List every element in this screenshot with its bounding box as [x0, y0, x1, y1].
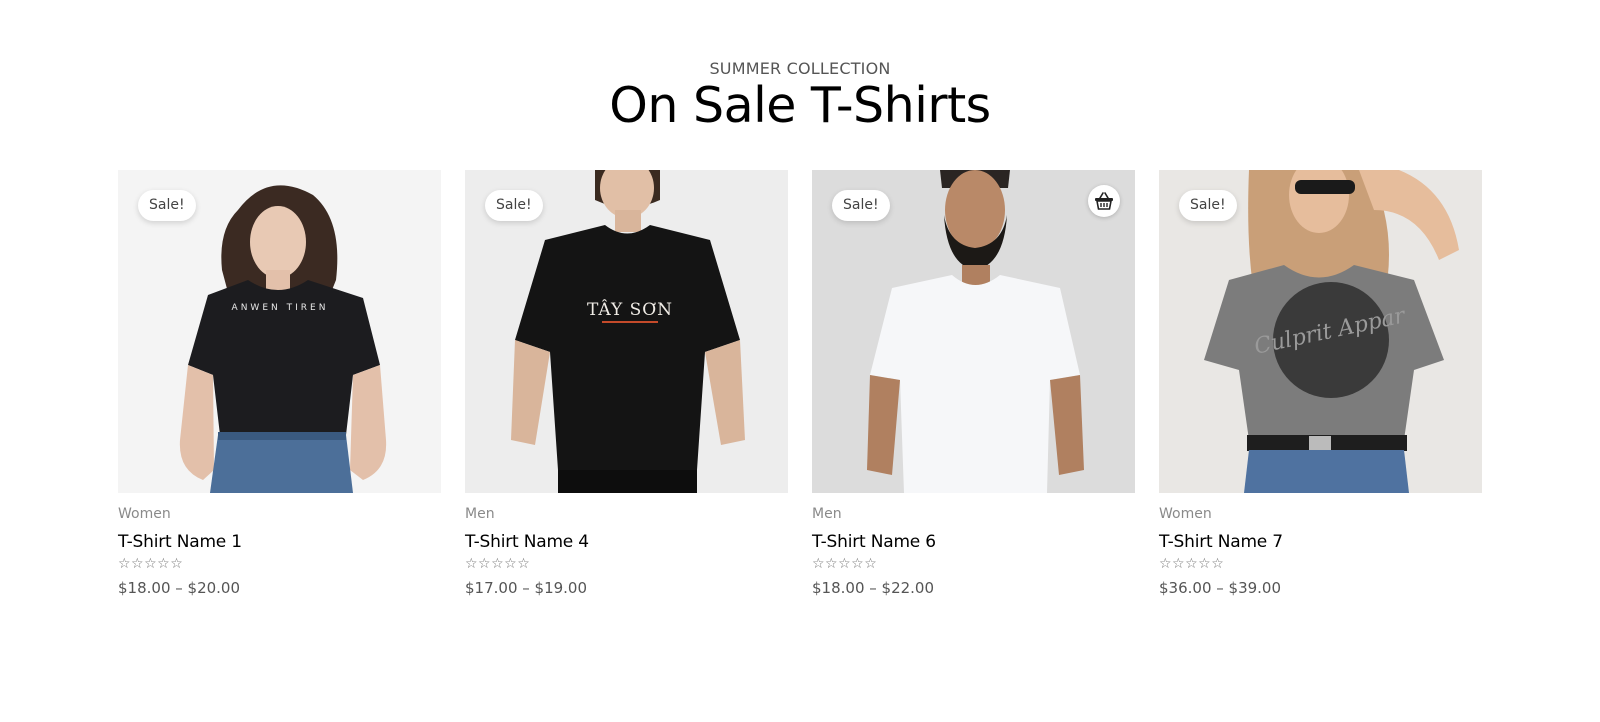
sale-badge: Sale!	[138, 190, 196, 221]
product-card: ANWEN TIREN Sale! Women T-Shirt Name 1 ☆…	[118, 170, 441, 600]
product-name-link[interactable]: T-Shirt Name 4	[465, 531, 589, 553]
sale-badge: Sale!	[832, 190, 890, 221]
product-price: $36.00 – $39.00	[1159, 579, 1282, 597]
section-eyebrow: SUMMER COLLECTION	[709, 59, 891, 78]
star-rating: ☆☆☆☆☆	[1159, 556, 1225, 572]
basket-icon	[1095, 192, 1113, 210]
product-card: Culprit Appar Sale! Women T-Shirt Name 7…	[1159, 170, 1482, 600]
product-category-link[interactable]: Women	[1159, 505, 1212, 523]
star-rating: ☆☆☆☆☆	[118, 556, 184, 572]
product-image-link[interactable]: TÂY SƠN Sale!	[465, 170, 788, 493]
star-rating: ☆☆☆☆☆	[465, 556, 531, 572]
shirt-print-text: ANWEN TIREN	[232, 303, 329, 313]
product-card: TÂY SƠN Sale! Men T-Shirt Name 4 ☆☆☆☆☆ $…	[465, 170, 788, 600]
product-image-link[interactable]: Sale!	[812, 170, 1135, 493]
product-price: $18.00 – $20.00	[118, 579, 241, 597]
product-price: $18.00 – $22.00	[812, 579, 935, 597]
product-price: $17.00 – $19.00	[465, 579, 588, 597]
product-name-link[interactable]: T-Shirt Name 1	[118, 531, 242, 553]
sale-badge: Sale!	[1179, 190, 1237, 221]
product-name-link[interactable]: T-Shirt Name 6	[812, 531, 936, 553]
product-image-link[interactable]: Culprit Appar Sale!	[1159, 170, 1482, 493]
product-name-link[interactable]: T-Shirt Name 7	[1159, 531, 1283, 553]
product-category-link[interactable]: Men	[465, 505, 495, 523]
section-title: On Sale T-Shirts	[609, 77, 991, 134]
shirt-print-text: TÂY SƠN	[587, 299, 673, 320]
star-rating: ☆☆☆☆☆	[812, 556, 878, 572]
product-category-link[interactable]: Men	[812, 505, 842, 523]
sale-badge: Sale!	[485, 190, 543, 221]
product-card: Sale! Men T-Shirt Name 6 ☆☆☆☆☆ $18.00 – …	[812, 170, 1135, 600]
quick-add-to-cart-button[interactable]	[1088, 185, 1120, 217]
product-category-link[interactable]: Women	[118, 505, 171, 523]
product-grid: ANWEN TIREN Sale! Women T-Shirt Name 1 ☆…	[118, 170, 1483, 610]
product-image-link[interactable]: ANWEN TIREN Sale!	[118, 170, 441, 493]
